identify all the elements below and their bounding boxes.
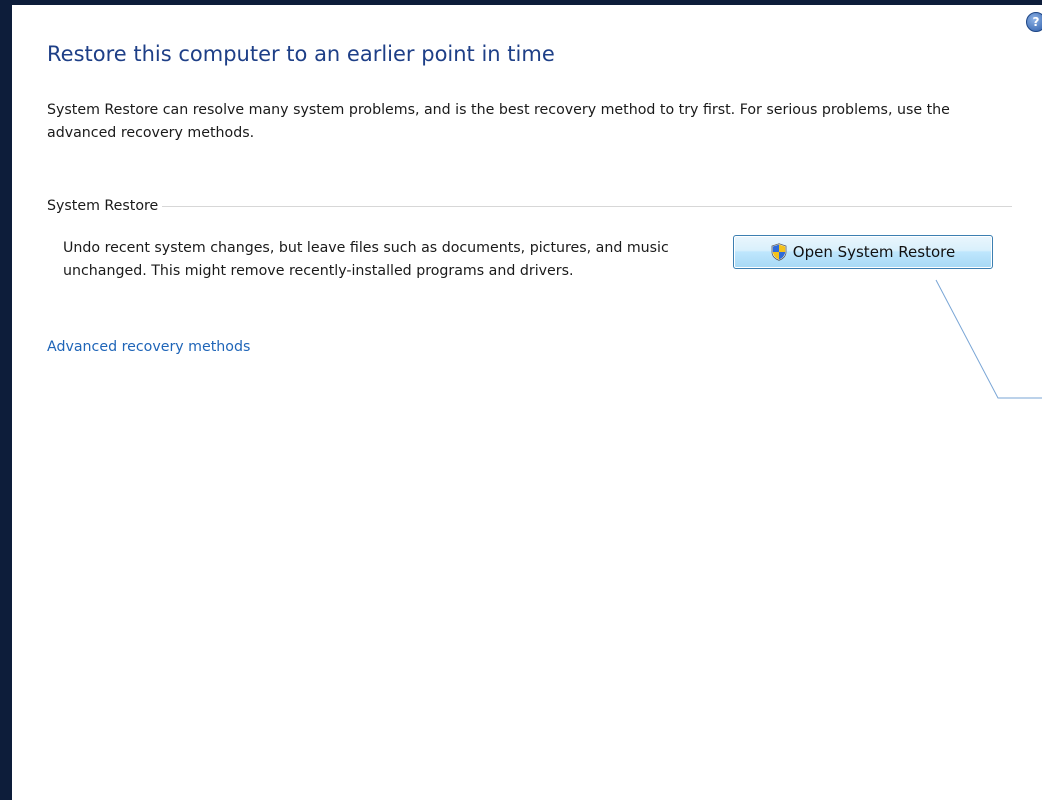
window-frame: ? Restore this computer to an earlier po… [0, 0, 1042, 800]
uac-shield-icon [771, 243, 787, 261]
page-title: Restore this computer to an earlier poin… [47, 42, 555, 66]
group-divider [47, 206, 1012, 207]
open-system-restore-label: Open System Restore [792, 243, 956, 261]
advanced-recovery-methods-link[interactable]: Advanced recovery methods [47, 339, 250, 355]
system-restore-group-header: System Restore [47, 195, 1012, 217]
control-panel-content: ? Restore this computer to an earlier po… [12, 5, 1042, 800]
system-restore-group-label: System Restore [47, 195, 163, 217]
system-restore-description: Undo recent system changes, but leave fi… [63, 240, 669, 279]
help-icon[interactable]: ? [1026, 12, 1042, 32]
open-system-restore-button[interactable]: Open System Restore [733, 235, 993, 269]
intro-text: System Restore can resolve many system p… [47, 102, 950, 141]
